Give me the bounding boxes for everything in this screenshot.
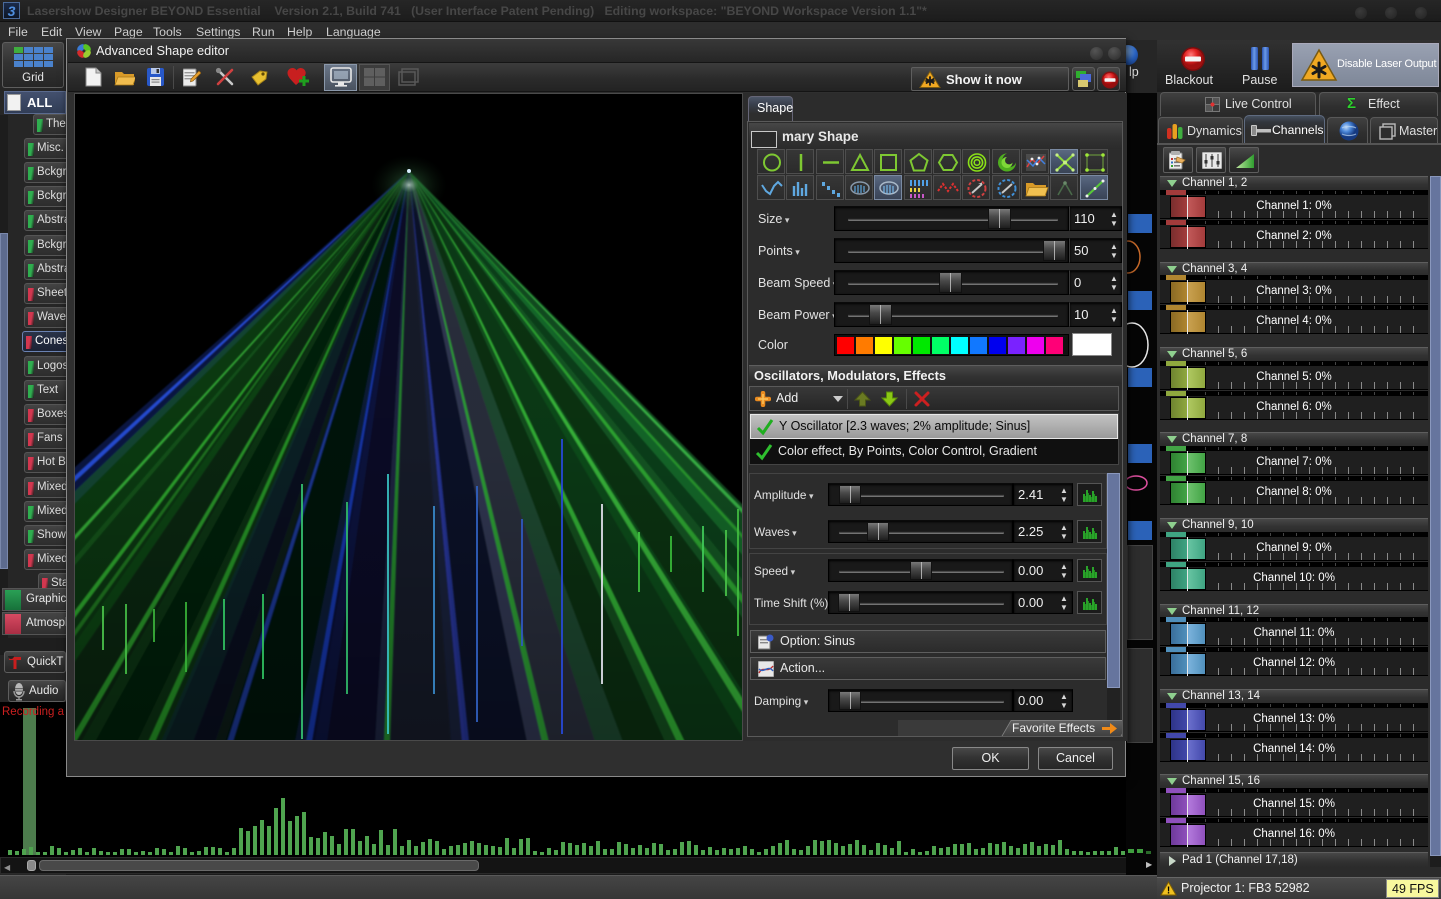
svg-text:!: ! xyxy=(1167,886,1170,897)
